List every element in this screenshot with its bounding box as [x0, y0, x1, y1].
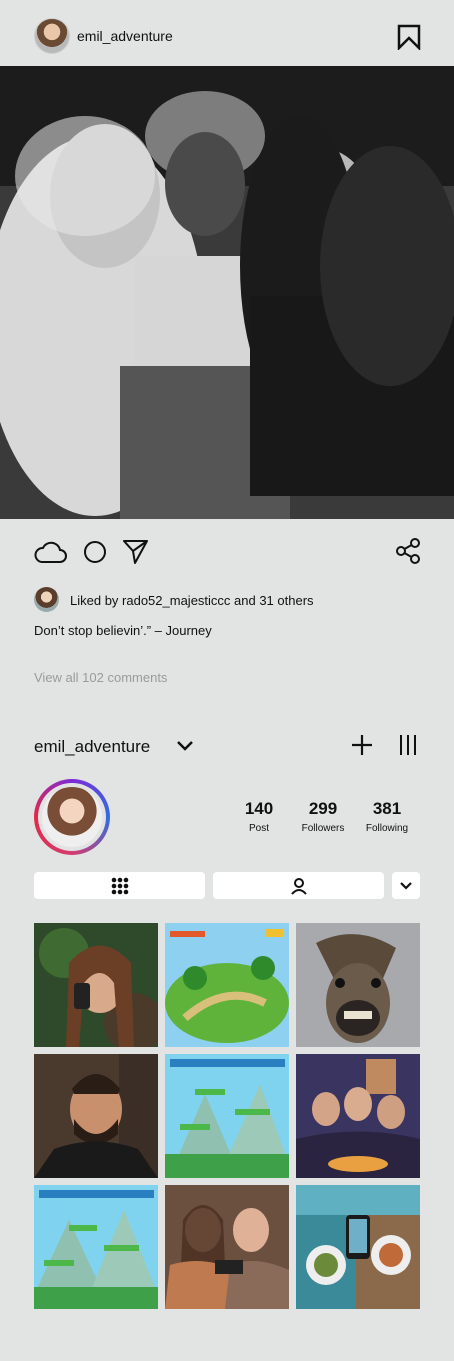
chevron-down-icon — [400, 881, 412, 890]
stat-followers[interactable]: 299 Followers — [288, 799, 358, 834]
profile-story-ring[interactable] — [34, 779, 110, 855]
post-username[interactable]: emil_adventure — [77, 28, 173, 44]
share-icon[interactable] — [394, 537, 422, 565]
grid-tile-horse-face[interactable] — [296, 923, 420, 1047]
grid-tile-friends-dinner[interactable] — [296, 1054, 420, 1178]
bookmark-icon[interactable] — [396, 24, 422, 50]
send-icon[interactable] — [122, 538, 156, 566]
grid-icon — [111, 877, 128, 894]
stat-posts-label: Post — [248, 823, 269, 834]
person-icon — [290, 877, 307, 895]
likes-text[interactable]: Liked by rado52_majesticcc and 31 others — [70, 593, 314, 608]
stat-following-label: Following — [365, 823, 409, 834]
stat-followers-value: 299 — [308, 799, 338, 818]
grid-tile-food-table-phone[interactable] — [296, 1185, 420, 1309]
stat-following-value: 381 — [372, 799, 402, 818]
profile-avatar[interactable] — [34, 18, 70, 54]
tab-grid[interactable] — [34, 872, 205, 899]
tab-more[interactable] — [392, 872, 420, 899]
plus-icon[interactable] — [351, 734, 373, 756]
post-caption: Don’t stop believin’.” – Journey — [34, 623, 212, 638]
tab-tagged[interactable] — [213, 872, 384, 899]
stat-following[interactable]: 381 Following — [352, 799, 422, 834]
grid-tile-game-jungle-level[interactable] — [165, 1054, 289, 1178]
stat-posts-value: 140 — [244, 799, 274, 818]
view-comments-link[interactable]: View all 102 comments — [34, 670, 167, 685]
stat-posts[interactable]: 140 Post — [224, 799, 294, 834]
grid-tile-game-jungle-level-2[interactable] — [34, 1185, 158, 1309]
stat-followers-label: Followers — [301, 823, 345, 834]
cloud-icon[interactable] — [33, 538, 67, 566]
liker-avatar[interactable] — [34, 587, 59, 612]
grid-tile-portrait-woman-green[interactable] — [34, 923, 158, 1047]
menu-bars-icon[interactable] — [398, 734, 418, 756]
profile-username[interactable]: emil_adventure — [34, 737, 150, 757]
profile-photo — [42, 787, 102, 847]
grid-tile-man-barbershop[interactable] — [34, 1054, 158, 1178]
chevron-down-icon[interactable] — [176, 739, 194, 753]
grid-tile-game-map-island[interactable] — [165, 923, 289, 1047]
grid-tile-women-phone-laughing[interactable] — [165, 1185, 289, 1309]
circle-icon[interactable] — [82, 538, 116, 566]
post-photo[interactable] — [0, 66, 454, 519]
